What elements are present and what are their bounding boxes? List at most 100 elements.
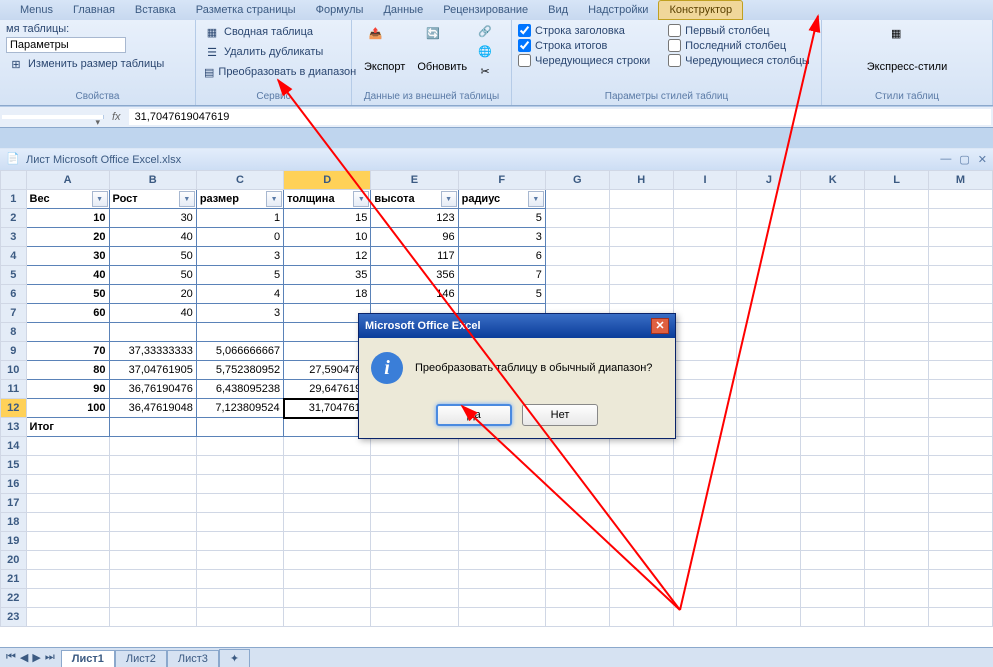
cell[interactable]: 37,33333333 xyxy=(109,342,196,361)
filter-button[interactable]: ▼ xyxy=(528,191,544,207)
cell[interactable] xyxy=(865,532,929,551)
cell[interactable]: 6 xyxy=(458,247,545,266)
cell[interactable] xyxy=(109,608,196,627)
banded-cols-checkbox[interactable]: Чередующиеся столбцы xyxy=(668,53,810,68)
cell[interactable] xyxy=(609,247,673,266)
dialog-close-button[interactable]: ✕ xyxy=(651,318,669,334)
cell[interactable] xyxy=(196,475,283,494)
cell[interactable] xyxy=(673,570,737,589)
cell[interactable] xyxy=(284,456,371,475)
cell[interactable] xyxy=(609,532,673,551)
resize-table-button[interactable]: ⊞Изменить размер таблицы xyxy=(6,55,189,73)
col-header[interactable]: H xyxy=(609,171,673,190)
totals-label[interactable]: Итог xyxy=(26,418,109,437)
tab-pagelayout[interactable]: Разметка страницы xyxy=(186,1,306,19)
cell[interactable] xyxy=(609,266,673,285)
cell[interactable]: 10 xyxy=(284,228,371,247)
cell[interactable] xyxy=(26,570,109,589)
row-header[interactable]: 3 xyxy=(1,228,27,247)
cell[interactable] xyxy=(929,285,993,304)
cell[interactable] xyxy=(196,494,283,513)
cell[interactable] xyxy=(284,589,371,608)
cell[interactable] xyxy=(458,494,545,513)
cell[interactable] xyxy=(865,209,929,228)
filter-button[interactable]: ▼ xyxy=(179,191,195,207)
next-sheet-button[interactable]: ▶ xyxy=(30,651,42,664)
formula-input[interactable]: 31,7047619047619 xyxy=(129,109,991,125)
cell[interactable] xyxy=(865,342,929,361)
cell[interactable] xyxy=(865,266,929,285)
cell[interactable] xyxy=(109,456,196,475)
tab-home[interactable]: Главная xyxy=(63,1,125,19)
cell[interactable] xyxy=(737,532,801,551)
cell[interactable] xyxy=(737,456,801,475)
col-header[interactable]: B xyxy=(109,171,196,190)
cell[interactable] xyxy=(26,456,109,475)
cell[interactable] xyxy=(673,247,737,266)
sheet-tab[interactable]: Лист3 xyxy=(167,650,219,667)
row-header[interactable]: 17 xyxy=(1,494,27,513)
cell[interactable] xyxy=(929,247,993,266)
row-header[interactable]: 5 xyxy=(1,266,27,285)
cell[interactable]: 10 xyxy=(26,209,109,228)
cell[interactable] xyxy=(801,247,865,266)
cell[interactable] xyxy=(673,266,737,285)
cell[interactable] xyxy=(109,589,196,608)
col-header[interactable]: L xyxy=(865,171,929,190)
cell[interactable] xyxy=(801,228,865,247)
cell[interactable]: 5,752380952 xyxy=(196,361,283,380)
cell[interactable] xyxy=(865,380,929,399)
cell[interactable] xyxy=(929,513,993,532)
tab-data[interactable]: Данные xyxy=(373,1,433,19)
cell[interactable] xyxy=(196,456,283,475)
cell[interactable] xyxy=(609,570,673,589)
cell[interactable] xyxy=(801,513,865,532)
cell[interactable] xyxy=(737,209,801,228)
cell[interactable] xyxy=(929,475,993,494)
cell[interactable] xyxy=(929,608,993,627)
row-header[interactable]: 1 xyxy=(1,190,27,209)
cell[interactable] xyxy=(196,437,283,456)
cell[interactable] xyxy=(284,513,371,532)
tab-design[interactable]: Конструктор xyxy=(658,0,743,20)
select-all[interactable] xyxy=(1,171,27,190)
first-sheet-button[interactable]: ⏮ xyxy=(4,651,18,664)
cell[interactable] xyxy=(865,247,929,266)
cell[interactable] xyxy=(673,494,737,513)
cell[interactable] xyxy=(371,532,458,551)
col-header[interactable]: C xyxy=(196,171,283,190)
cell[interactable]: 0 xyxy=(196,228,283,247)
row-header[interactable]: 12 xyxy=(1,399,27,418)
cell[interactable] xyxy=(929,323,993,342)
cell[interactable] xyxy=(801,494,865,513)
cell[interactable] xyxy=(929,570,993,589)
row-header[interactable]: 4 xyxy=(1,247,27,266)
cell[interactable] xyxy=(545,608,609,627)
sheet-tab[interactable]: Лист2 xyxy=(115,650,167,667)
cell[interactable] xyxy=(865,570,929,589)
cell[interactable] xyxy=(673,475,737,494)
fx-icon[interactable]: fx xyxy=(106,111,127,123)
cell[interactable] xyxy=(737,247,801,266)
cell[interactable] xyxy=(865,551,929,570)
cell[interactable] xyxy=(284,475,371,494)
cell[interactable] xyxy=(284,608,371,627)
cell[interactable] xyxy=(737,437,801,456)
cell[interactable]: 123 xyxy=(371,209,458,228)
cell[interactable]: 1 xyxy=(196,209,283,228)
cell[interactable] xyxy=(609,437,673,456)
cell[interactable] xyxy=(545,247,609,266)
remove-duplicates-button[interactable]: ☰Удалить дубликаты xyxy=(202,43,345,61)
cell[interactable] xyxy=(284,570,371,589)
cell[interactable] xyxy=(458,551,545,570)
cell[interactable]: 3 xyxy=(196,247,283,266)
cell[interactable]: 5 xyxy=(458,285,545,304)
cell[interactable] xyxy=(673,399,737,418)
col-header[interactable]: F xyxy=(458,171,545,190)
row-header[interactable]: 13 xyxy=(1,418,27,437)
col-header[interactable]: E xyxy=(371,171,458,190)
cell[interactable] xyxy=(545,570,609,589)
cell[interactable] xyxy=(929,437,993,456)
cell[interactable]: 5 xyxy=(458,209,545,228)
cell[interactable] xyxy=(801,551,865,570)
